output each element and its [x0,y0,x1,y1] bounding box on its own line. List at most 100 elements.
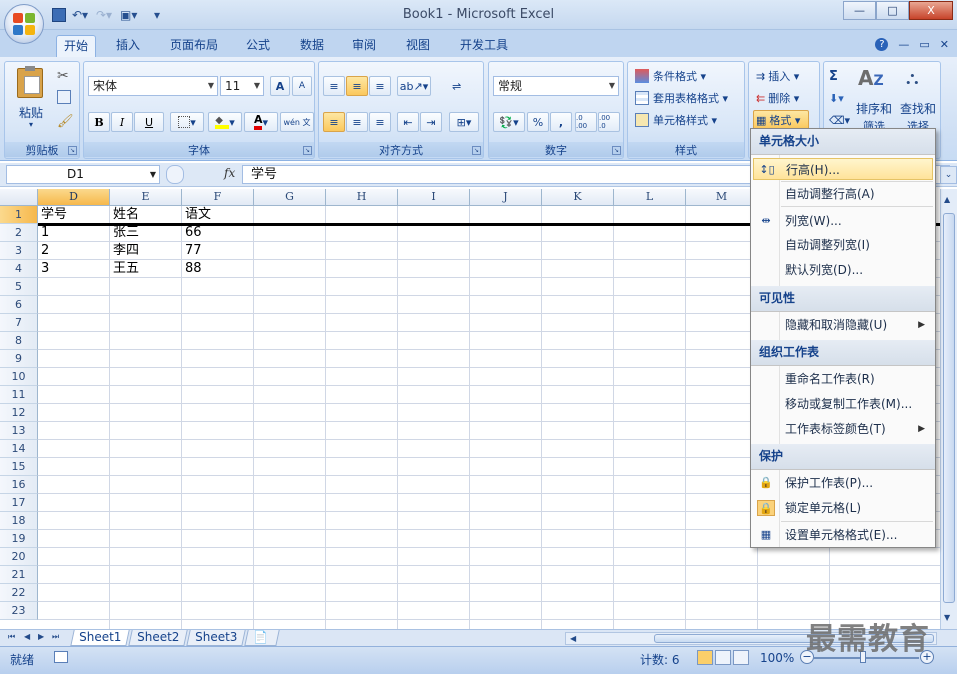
insert-cells-button[interactable]: ⇉ 插入 ▾ [753,66,817,86]
binoculars-icon[interactable]: ⛬ [906,68,919,89]
tab-home[interactable]: 开始 [56,35,96,57]
format-painter-icon[interactable]: 🖌 [57,114,74,129]
orientation-button[interactable]: ab↗▾ [397,76,431,96]
insert-function-button[interactable]: fx [224,166,235,180]
menu-item-column-width[interactable]: ⇹ 列宽(W)... [753,210,933,232]
cell[interactable]: 李四 [110,242,182,260]
last-sheet-icon[interactable]: ⏭ [52,632,59,642]
decrease-indent-button[interactable]: ⇤ [397,112,419,132]
name-box[interactable]: D1 ▼ [6,165,160,184]
format-cells-button[interactable]: ▦ 格式 ▾ [753,110,809,130]
cell[interactable]: 2 [38,242,110,260]
row-header[interactable]: 11 [0,386,38,404]
cell[interactable]: 张三 [110,224,182,242]
grow-font-button[interactable]: A [270,76,290,96]
close-button[interactable]: X [909,1,953,20]
row-header[interactable]: 21 [0,566,38,584]
maximize-button[interactable]: □ [876,1,909,20]
percent-style-button[interactable]: % [527,112,549,132]
row-header[interactable]: 22 [0,584,38,602]
column-header[interactable]: K [542,189,614,206]
column-header[interactable]: I [398,189,470,206]
prev-sheet-icon[interactable]: ◀ [24,632,30,641]
cell[interactable]: 姓名 [110,206,182,224]
copy-icon[interactable] [57,90,71,104]
scroll-down-icon[interactable]: ▼ [944,613,950,622]
cell-styles-button[interactable]: 单元格样式 ▾ [632,110,744,130]
help-icon[interactable]: ? [875,38,889,51]
row-header[interactable]: 19 [0,530,38,548]
format-as-table-button[interactable]: 套用表格格式 ▾ [632,88,744,108]
row-header[interactable]: 6 [0,296,38,314]
row-header[interactable]: 2 [0,224,38,242]
phonetic-button[interactable]: wén 文 [280,112,314,132]
autosum-button[interactable]: Σ [826,66,852,86]
tab-developer[interactable]: 开发工具 [452,35,516,57]
office-button[interactable] [4,4,44,44]
row-header[interactable]: 20 [0,548,38,566]
find-select-button[interactable]: 查找和 [896,100,940,117]
accounting-format-button[interactable]: 💱▾ [493,112,525,132]
clipboard-launcher-icon[interactable]: ↘ [68,146,77,155]
row-header[interactable]: 17 [0,494,38,512]
fill-button[interactable]: ⬇▾ [826,88,852,108]
ribbon-close-icon[interactable]: ✕ [940,38,949,51]
row-header[interactable]: 10 [0,368,38,386]
column-header[interactable]: H [326,189,398,206]
column-header[interactable]: M [686,189,758,206]
shrink-font-button[interactable]: A [292,76,312,96]
row-header[interactable]: 14 [0,440,38,458]
select-all-corner[interactable] [0,189,38,206]
align-right-button[interactable]: ≡ [369,112,391,132]
next-sheet-icon[interactable]: ▶ [38,632,44,641]
menu-item-default-width[interactable]: 默认列宽(D)... [753,259,933,281]
tab-data[interactable]: 数据 [292,35,332,57]
menu-item-hide-unhide[interactable]: 隐藏和取消隐藏(U) ▶ [753,314,933,336]
scroll-up-icon[interactable]: ▲ [944,195,950,204]
cell[interactable]: 3 [38,260,110,278]
align-top-button[interactable]: ≡ [323,76,345,96]
cut-icon[interactable]: ✂ [57,68,69,84]
tab-insert[interactable]: 插入 [108,35,148,57]
font-launcher-icon[interactable]: ↘ [303,146,312,155]
underline-button[interactable]: U [134,112,164,132]
font-size-combo[interactable]: 11 ▼ [220,76,264,96]
tab-review[interactable]: 审阅 [344,35,384,57]
menu-item-tab-color[interactable]: 工作表标签颜色(T) ▶ [753,418,933,440]
vertical-scrollbar[interactable]: ▲ ▼ [940,189,957,629]
align-bottom-button[interactable]: ≡ [369,76,391,96]
clear-button[interactable]: ⌫▾ [826,110,852,130]
cell[interactable]: 学号 [38,206,110,224]
ribbon-restore-icon[interactable]: ▭ [919,38,929,51]
paste-dropdown-icon[interactable]: ▾ [13,120,49,129]
menu-item-autofit-row-height[interactable]: 自动调整行高(A) [753,183,933,205]
cell[interactable]: 88 [182,260,254,278]
comma-style-button[interactable]: , [550,112,572,132]
row-header[interactable]: 1 [0,206,38,224]
cell[interactable]: 王五 [110,260,182,278]
row-header[interactable]: 16 [0,476,38,494]
cell[interactable]: 66 [182,224,254,242]
row-header[interactable]: 4 [0,260,38,278]
sort-filter-icon[interactable]: AZ [858,66,884,90]
column-header[interactable]: J [470,189,542,206]
border-button[interactable]: ▾ [170,112,204,132]
merge-center-button[interactable]: ⊞▾ [449,112,479,132]
row-header[interactable]: 18 [0,512,38,530]
formula-bar-divider[interactable] [166,165,184,184]
row-header[interactable]: 8 [0,332,38,350]
conditional-formatting-button[interactable]: 条件格式 ▾ [632,66,744,86]
font-color-button[interactable]: A ▾ [244,112,278,132]
vertical-scroll-thumb[interactable] [943,213,955,603]
cell[interactable]: 77 [182,242,254,260]
alignment-launcher-icon[interactable]: ↘ [472,146,481,155]
sheet-tab-1[interactable]: Sheet1 [70,630,131,646]
align-middle-button[interactable]: ≡ [346,76,368,96]
decrease-decimal-button[interactable]: .00 .0 [598,112,620,132]
menu-item-lock-cell[interactable]: 🔒 锁定单元格(L) [753,497,933,519]
fill-color-button[interactable]: ◆ ▾ [208,112,242,132]
align-left-button[interactable]: ≡ [323,112,345,132]
column-header[interactable]: G [254,189,326,206]
menu-item-rename-sheet[interactable]: 重命名工作表(R) [753,368,933,390]
minimize-button[interactable]: — [843,1,876,20]
